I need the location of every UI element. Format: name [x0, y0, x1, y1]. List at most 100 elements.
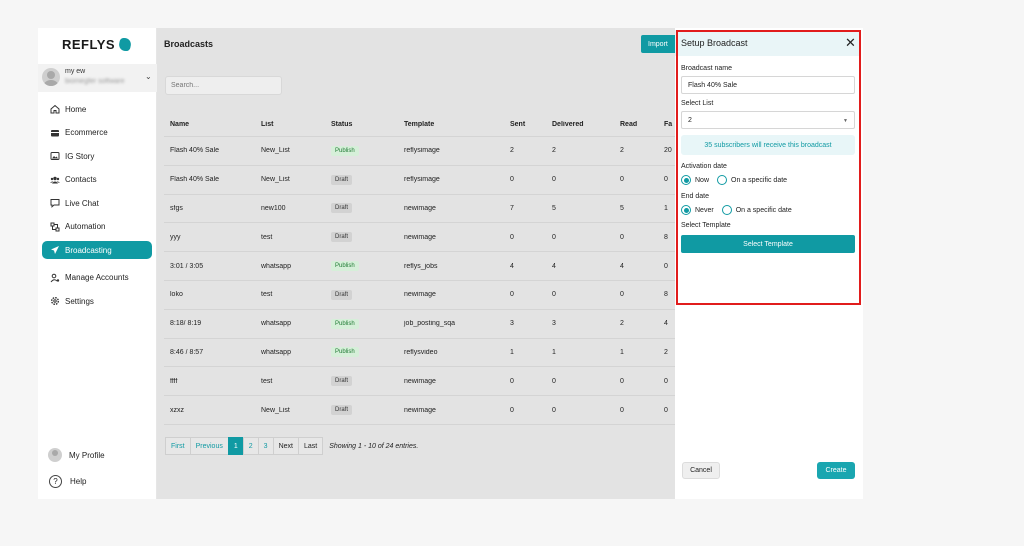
- avatar: [42, 68, 60, 86]
- last-page-button[interactable]: Last: [297, 437, 324, 455]
- table-cell-list: test: [261, 291, 273, 299]
- table-cell-status: Publish: [325, 347, 398, 358]
- sidebar-item-contacts[interactable]: Contacts: [42, 171, 152, 189]
- table-cell-name: 8:46 / 8:57: [170, 348, 204, 356]
- column-header[interactable]: Name: [164, 121, 255, 128]
- table-cell-fa: 0: [664, 377, 668, 385]
- table-cell-sent: 3: [510, 320, 514, 328]
- table-cell-template: newimage: [404, 233, 436, 241]
- table-cell-name: Flash 40% Sale: [170, 176, 220, 184]
- sidebar-item-live-chat[interactable]: Live Chat: [42, 194, 152, 212]
- select-template-button[interactable]: Select Template: [681, 235, 855, 253]
- home-icon: [50, 104, 60, 114]
- cancel-button[interactable]: Cancel: [682, 462, 720, 479]
- table-cell-delivered: 1: [552, 348, 556, 356]
- end-never-radio[interactable]: [681, 205, 691, 215]
- sidebar-item-manage-accounts[interactable]: Manage Accounts: [42, 269, 152, 287]
- sidebar-item-home[interactable]: Home: [42, 100, 152, 118]
- table-cell-delivered: 2: [552, 147, 556, 155]
- brand-mark-icon: [117, 37, 133, 51]
- table-cell-sent: 1: [510, 348, 514, 356]
- brand-logo[interactable]: REFLYS: [62, 36, 133, 52]
- sidebar-item-ig-story[interactable]: IG Story: [42, 147, 152, 165]
- sidebar-item-automation[interactable]: Automation: [42, 218, 152, 236]
- table-cell-fa: 0: [664, 406, 668, 414]
- table-row[interactable]: yyy test Draft newimage 0 0 0 8: [164, 223, 675, 253]
- status-badge: Publish: [331, 318, 359, 329]
- table-cell-template: reflysvideo: [404, 348, 438, 356]
- sidebar-item-settings[interactable]: Settings: [42, 292, 152, 310]
- status-badge: Draft: [331, 174, 353, 185]
- table-row[interactable]: sfgs new100 Draft newimage 7 5 5 1: [164, 195, 675, 224]
- help-link[interactable]: ? Help: [48, 473, 153, 489]
- table-body: Flash 40% Sale New_List Publish reflysimage…: [164, 137, 675, 425]
- status-badge: Publish: [331, 347, 359, 358]
- table-row[interactable]: loko test Draft newimage 0 0 0 8: [164, 281, 675, 310]
- table-cell-read: 0: [620, 176, 624, 184]
- table-cell-status: Draft: [325, 174, 398, 185]
- column-header[interactable]: Read: [614, 121, 658, 128]
- table-cell-name: Flash 40% Sale: [170, 147, 220, 155]
- page-button-2[interactable]: 2: [242, 437, 259, 455]
- table-cell-fa: 1: [664, 204, 668, 212]
- table-cell-list: new100: [261, 204, 286, 212]
- activation-specific-label: On a specific date: [731, 176, 788, 184]
- help-icon: ?: [49, 474, 62, 488]
- brand-name: REFLYS: [62, 36, 116, 52]
- end-specific-radio[interactable]: [721, 205, 732, 215]
- table-row[interactable]: 8:46 / 8:57 whatsapp Publish reflysvideo 1 1 1…: [164, 339, 675, 368]
- status-badge: Draft: [331, 203, 353, 214]
- setup-broadcast-panel: Setup Broadcast ✕ Broadcast name Flash 4…: [675, 28, 863, 499]
- page-button-3[interactable]: 3: [257, 437, 274, 455]
- column-header[interactable]: Fa: [658, 121, 675, 128]
- table-row[interactable]: ffff test Draft newimage 0 0 0 0: [164, 367, 675, 397]
- table-cell-delivered: 0: [552, 233, 556, 241]
- column-header[interactable]: Status: [325, 121, 398, 128]
- create-button[interactable]: Create: [817, 462, 855, 479]
- table-cell-delivered: 0: [552, 291, 556, 299]
- first-page-button[interactable]: First: [165, 437, 191, 455]
- table-cell-list: test: [261, 233, 273, 241]
- sidebar-bottom: My Profile ? Help: [48, 447, 153, 499]
- sidebar-item-ecommerce[interactable]: Ecommerce: [42, 124, 152, 142]
- activation-now-radio[interactable]: [681, 175, 691, 185]
- column-header[interactable]: List: [255, 121, 325, 128]
- column-header[interactable]: Delivered: [546, 121, 614, 128]
- table-row[interactable]: xzxz New_List Draft newimage 0 0 0 0: [164, 396, 675, 425]
- column-header[interactable]: Sent: [504, 121, 546, 128]
- table-cell-template: reflysimage: [404, 147, 440, 155]
- table-row[interactable]: Flash 40% Sale New_List Publish reflysimage…: [164, 137, 675, 166]
- table-row[interactable]: Flash 40% Sale New_List Draft reflysimage 0 0…: [164, 166, 675, 195]
- sidebar-item-broadcasting[interactable]: Broadcasting: [42, 241, 152, 259]
- activation-specific-radio[interactable]: [717, 175, 728, 185]
- table-cell-template: newimage: [404, 406, 436, 414]
- status-badge: Draft: [331, 232, 353, 243]
- table-cell-status: Draft: [325, 203, 398, 214]
- table-row[interactable]: 3:01 / 3:05 whatsapp Publish reflys_jobs 4 4 4…: [164, 252, 675, 281]
- select-list-dropdown[interactable]: 2 ▼: [681, 111, 855, 129]
- table-cell-name: 8:18/ 8:19: [170, 320, 202, 328]
- column-header[interactable]: Template: [398, 121, 504, 128]
- broadcast-name-input[interactable]: Flash 40% Sale: [681, 76, 855, 94]
- search-input[interactable]: [165, 76, 282, 95]
- my-profile-link[interactable]: My Profile: [48, 447, 153, 463]
- table-cell-delivered: 0: [552, 406, 556, 414]
- previous-page-button[interactable]: Previous: [189, 437, 229, 455]
- send-icon: [50, 245, 60, 255]
- table-cell-fa: 4: [664, 320, 668, 328]
- account-switcher[interactable]: my ew biomegfer software ⌄: [38, 64, 157, 92]
- table-cell-sent: 2: [510, 147, 514, 155]
- automation-icon: [50, 222, 60, 232]
- table-cell-read: 0: [620, 406, 624, 414]
- table-cell-fa: 0: [664, 176, 668, 184]
- sidebar: REFLYS my ew biomegfer software ⌄ Home E…: [38, 28, 157, 499]
- page-button-1[interactable]: 1: [227, 437, 244, 455]
- import-button[interactable]: Import: [641, 35, 677, 53]
- next-page-button[interactable]: Next: [272, 437, 299, 455]
- sidebar-item-label: Automation: [65, 222, 106, 231]
- store-icon: [50, 128, 60, 138]
- end-never-label: Never: [695, 206, 714, 214]
- sidebar-item-label: Home: [65, 104, 87, 114]
- table-row[interactable]: 8:18/ 8:19 whatsapp Publish job_posting_sqa…: [164, 310, 675, 339]
- close-icon[interactable]: ✕: [845, 35, 856, 51]
